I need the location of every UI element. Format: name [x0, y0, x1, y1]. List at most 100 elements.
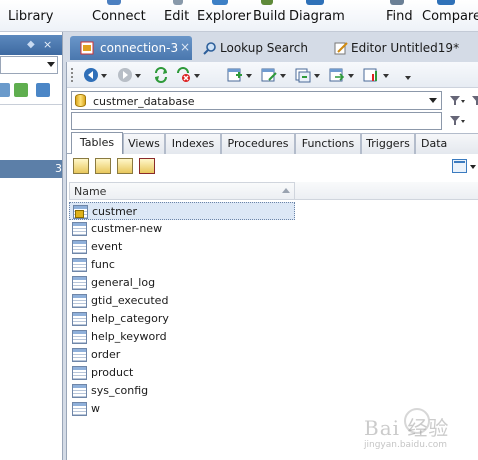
menu-explorer[interactable]: Explorer [197, 9, 251, 24]
column-header-label: Name [74, 185, 107, 198]
disconnect-icon[interactable] [36, 83, 50, 97]
filter-button[interactable] [447, 92, 465, 110]
table-name: custmer [92, 205, 138, 218]
filter-apply-button[interactable] [447, 112, 465, 130]
table-row[interactable]: func [69, 256, 295, 274]
close-icon[interactable]: × [43, 38, 52, 51]
menu-edit[interactable]: Edit [164, 9, 189, 24]
alter-table-icon[interactable] [95, 158, 111, 174]
database-select[interactable]: custmer_database [71, 91, 442, 110]
column-header-filler [295, 182, 478, 200]
tables-toolbar [67, 157, 478, 177]
explorer-icon[interactable] [212, 0, 228, 5]
chevron-down-icon[interactable] [194, 74, 200, 78]
chevron-down-icon[interactable] [280, 74, 286, 78]
table-name: sys_config [91, 384, 149, 397]
chevron-down-icon[interactable] [135, 74, 141, 78]
table-row[interactable]: general_log [69, 274, 295, 292]
table-row[interactable]: event [69, 238, 295, 256]
connect-icon[interactable] [14, 83, 28, 97]
filter-input[interactable] [71, 112, 442, 130]
edit-icon[interactable] [173, 0, 183, 5]
left-panel: ◆ × 3 [0, 32, 63, 460]
new-table-icon[interactable] [73, 158, 89, 174]
table-icon [72, 240, 87, 254]
table-name: product [91, 366, 134, 379]
sort-ascending-icon [282, 188, 290, 193]
close-icon[interactable]: × [180, 40, 190, 54]
table-row[interactable]: order [69, 346, 295, 364]
left-panel-selected-item[interactable]: 3 [0, 160, 62, 178]
menu-compare[interactable]: Compare [422, 9, 478, 24]
table-icon [72, 402, 87, 416]
stop-refresh-icon[interactable] [175, 67, 191, 83]
chevron-down-icon [429, 98, 437, 103]
watermark-subtext: jingyan.baidu.com [364, 440, 448, 450]
edit-table-data-icon[interactable] [117, 158, 133, 174]
menu-connect[interactable]: Connect [92, 9, 146, 24]
table-icon [72, 330, 87, 344]
drop-table-icon[interactable] [139, 158, 155, 174]
table-stats-icon[interactable] [363, 67, 379, 83]
tab-procedures[interactable]: Procedures [221, 133, 295, 154]
table-row[interactable]: w [69, 400, 295, 418]
column-header-name[interactable]: Name [69, 182, 295, 200]
table-row[interactable]: product [69, 364, 295, 382]
left-panel-combo[interactable] [0, 56, 58, 74]
tab-triggers[interactable]: Triggers [361, 133, 415, 154]
menu-find[interactable]: Find [386, 9, 413, 24]
table-row[interactable]: custmer-new [69, 220, 295, 238]
chevron-down-icon[interactable] [470, 165, 476, 169]
watermark-text: Bai 经验 [364, 416, 450, 440]
table-row[interactable]: help_keyword [69, 328, 295, 346]
connect-icon[interactable] [107, 0, 121, 5]
chevron-down-icon[interactable] [314, 74, 320, 78]
table-row[interactable]: help_category [69, 310, 295, 328]
table-row[interactable]: custmer [69, 202, 295, 220]
view-mode-icon[interactable] [452, 159, 467, 173]
pin-icon[interactable]: ◆ [27, 39, 35, 50]
filter-button-2[interactable] [469, 92, 478, 110]
refresh-icon[interactable] [0, 83, 10, 97]
edit-table-icon[interactable] [261, 67, 277, 83]
forward-icon[interactable] [117, 67, 133, 83]
menu-bar: Library Connect Edit Explorer Build Diag… [0, 0, 478, 32]
chevron-down-icon[interactable] [246, 74, 252, 78]
refresh-icon[interactable] [153, 67, 169, 83]
diagram-icon[interactable] [306, 0, 324, 5]
chevron-down-icon[interactable] [348, 74, 354, 78]
tab-indexes[interactable]: Indexes [165, 133, 221, 154]
back-icon[interactable] [83, 67, 99, 83]
table-name: general_log [91, 276, 156, 289]
search-icon [203, 42, 216, 55]
new-table-icon[interactable] [227, 67, 243, 83]
tab-editor-untitled19[interactable]: Editor Untitled19* [331, 36, 478, 60]
tab-lookup-search[interactable]: Lookup Search [198, 36, 326, 60]
export-table-icon[interactable] [329, 67, 345, 83]
divider [0, 104, 62, 105]
tab-tables[interactable]: Tables [71, 132, 123, 154]
chevron-down-icon[interactable] [383, 74, 389, 78]
build-icon[interactable] [261, 0, 273, 5]
table-icon [72, 366, 87, 380]
table-name: event [91, 240, 123, 253]
find-icon[interactable] [390, 0, 404, 5]
tab-label: connection-3 [100, 41, 179, 55]
menu-diagram[interactable]: Diagram [289, 9, 345, 24]
compare-icon[interactable] [437, 0, 455, 5]
tab-views[interactable]: Views [123, 133, 165, 154]
tab-connection-3[interactable]: connection-3 × [70, 36, 192, 60]
menu-library[interactable]: Library [8, 9, 53, 24]
table-list: custmer custmer-new event func general_loggt… [69, 202, 295, 418]
menu-build[interactable]: Build [253, 9, 286, 24]
tab-label: Editor Untitled19* [351, 41, 460, 55]
left-panel-selected-label: 3 [55, 162, 62, 175]
table-row[interactable]: gtid_executed [69, 292, 295, 310]
tab-data[interactable]: Data [415, 133, 478, 154]
chevron-down-icon[interactable] [101, 74, 107, 78]
tab-functions[interactable]: Functions [295, 133, 361, 154]
copy-table-icon[interactable] [295, 67, 311, 83]
table-row[interactable]: sys_config [69, 382, 295, 400]
toolbar-overflow-icon[interactable] [405, 76, 411, 80]
database-select-value: custmer_database [93, 95, 195, 108]
